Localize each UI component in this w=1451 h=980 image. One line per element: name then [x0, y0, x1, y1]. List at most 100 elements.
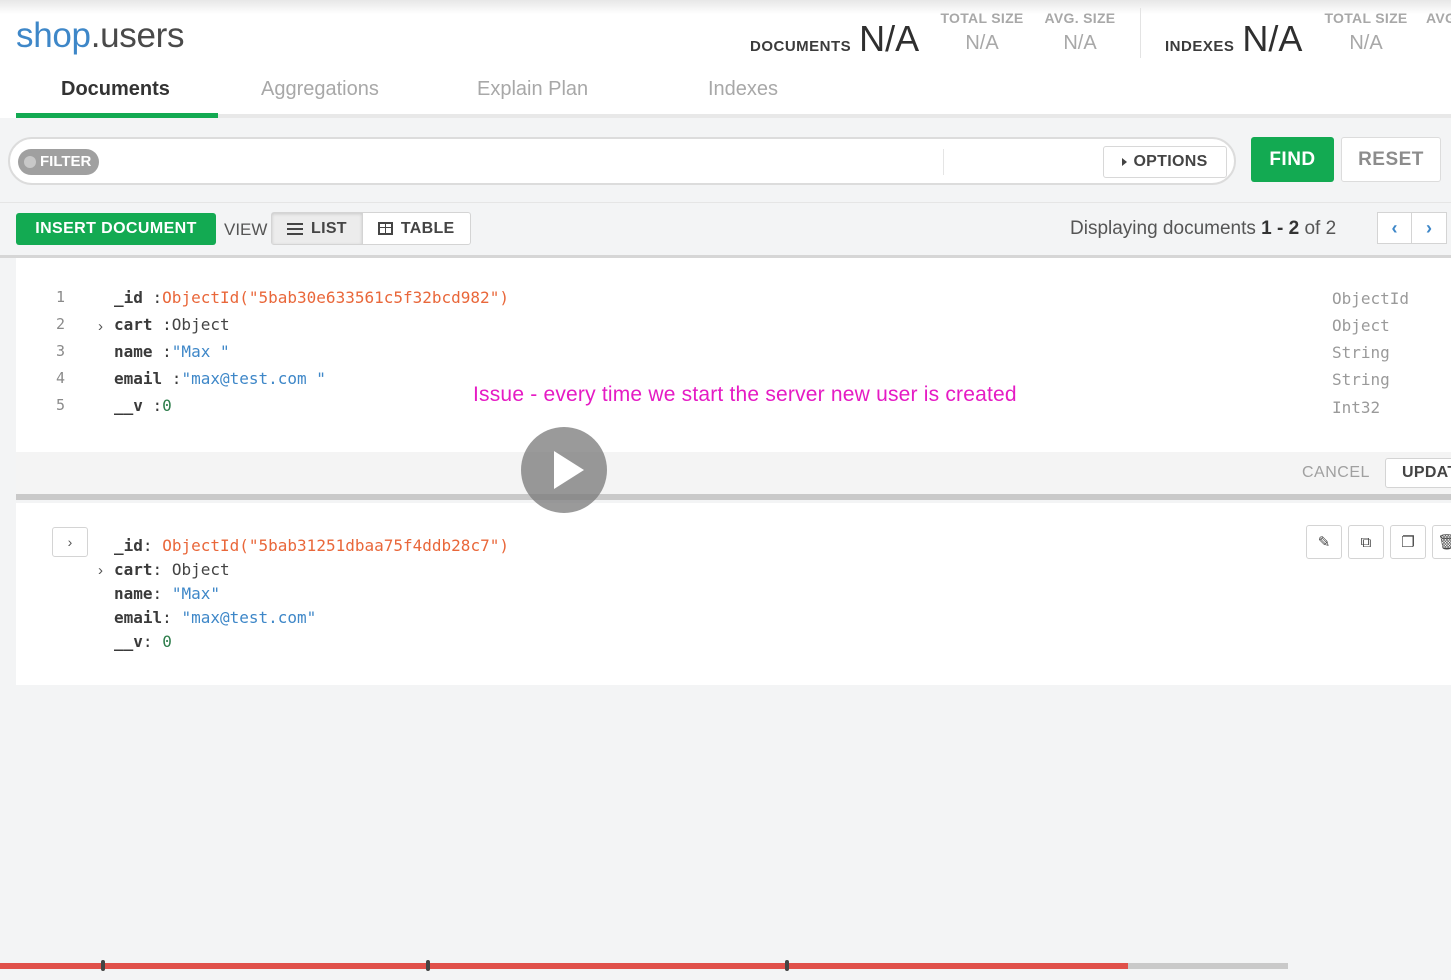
indexes-avg-size: AVG: [1426, 10, 1451, 26]
line-number: 4: [56, 369, 66, 387]
video-progress-fill: [0, 963, 1129, 969]
find-button[interactable]: FIND: [1251, 137, 1334, 182]
field-key: name: [114, 584, 153, 603]
view-toggle: LIST TABLE: [271, 212, 471, 245]
field-separator: :: [162, 608, 172, 627]
field-row-version[interactable]: __v :0: [114, 396, 172, 415]
field-type-select[interactable]: ObjectId: [1332, 289, 1409, 308]
documents-stat-label: DOCUMENTS: [750, 38, 852, 55]
pagination-prefix: Displaying documents: [1070, 218, 1256, 239]
clone-icon: ❐: [1401, 534, 1415, 551]
indexes-total-size: TOTAL SIZE N/A: [1323, 10, 1409, 55]
field-value[interactable]: "max@test.com ": [181, 369, 326, 388]
field-row-cart: cart: Object: [114, 560, 230, 579]
field-row-id[interactable]: _id :ObjectId("5bab30e633561c5f32bcd982"…: [114, 288, 509, 307]
line-number: 5: [56, 396, 66, 414]
chapter-marker: [785, 960, 789, 971]
toolbar-divider: [0, 202, 1451, 203]
documents-avg-size-label: AVG. SIZE: [1044, 10, 1116, 26]
namespace-title: shop.users: [16, 16, 185, 56]
prev-page-button[interactable]: ‹: [1377, 212, 1412, 244]
chevron-left-icon: ‹: [1391, 217, 1398, 238]
field-row-name[interactable]: name :"Max ": [114, 342, 230, 361]
table-view-button[interactable]: TABLE: [361, 213, 470, 244]
indexes-total-size-value: N/A: [1349, 32, 1383, 54]
expand-document-button[interactable]: ›: [52, 527, 88, 557]
next-page-button[interactable]: ›: [1412, 212, 1447, 244]
field-type-select[interactable]: Object: [1332, 316, 1390, 335]
expand-chevron-icon[interactable]: ›: [98, 318, 103, 335]
documents-avg-size: AVG. SIZE N/A: [1042, 10, 1118, 55]
chapter-marker: [426, 960, 430, 971]
play-button[interactable]: [521, 427, 607, 513]
field-value[interactable]: Object: [172, 315, 230, 334]
tab-explain-plan[interactable]: Explain Plan: [477, 78, 588, 101]
collection-tabs: Documents Aggregations Explain Plan Inde…: [16, 72, 1451, 118]
field-value[interactable]: ObjectId("5bab30e633561c5f32bcd982"): [162, 288, 509, 307]
query-bar[interactable]: FILTER OPTIONS: [8, 137, 1236, 185]
field-value: "Max": [171, 584, 220, 603]
field-value[interactable]: 0: [162, 396, 172, 415]
field-key: __v: [114, 632, 143, 651]
copy-document-button[interactable]: ⧉: [1348, 525, 1384, 559]
expand-chevron-icon[interactable]: ›: [98, 562, 103, 579]
field-row-email: email: "max@test.com": [114, 608, 316, 627]
video-progress-bar[interactable]: [0, 960, 1288, 971]
video-caption: Issue - every time we start the server n…: [473, 383, 1017, 406]
field-type-select[interactable]: String: [1332, 343, 1390, 362]
documents-total-size-label: TOTAL SIZE: [940, 10, 1024, 26]
insert-document-button[interactable]: INSERT DOCUMENT: [16, 213, 216, 245]
field-separator: :: [152, 315, 172, 334]
info-icon: [24, 156, 36, 168]
indexes-total-size-label: TOTAL SIZE: [1324, 10, 1408, 26]
pagination-start: 1: [1261, 218, 1272, 239]
reset-button[interactable]: RESET: [1341, 137, 1441, 182]
field-key: name: [114, 342, 153, 361]
field-separator: :: [152, 560, 163, 579]
indexes-avg-size-label: AVG: [1426, 10, 1451, 26]
document-separator: [16, 494, 1451, 500]
field-key: cart: [114, 560, 153, 579]
field-separator: :: [142, 288, 163, 307]
field-separator: :: [142, 396, 163, 415]
database-name[interactable]: shop: [16, 16, 91, 55]
tab-indexes[interactable]: Indexes: [708, 78, 778, 101]
options-button[interactable]: OPTIONS: [1103, 146, 1227, 178]
documents-stat-value: N/A: [859, 18, 920, 59]
field-key: _id: [114, 288, 143, 307]
field-value[interactable]: "Max ": [172, 342, 230, 361]
filter-label: FILTER: [18, 149, 100, 175]
field-row-id: _id: ObjectId("5bab31251dbaa75f4ddb28c7"…: [114, 536, 509, 555]
field-type-select[interactable]: Int32: [1332, 398, 1380, 417]
cancel-button[interactable]: CANCEL: [1302, 464, 1370, 482]
list-view-button[interactable]: LIST: [272, 213, 362, 244]
clone-document-button[interactable]: ❐: [1390, 525, 1426, 559]
tab-aggregations[interactable]: Aggregations: [261, 78, 379, 101]
delete-document-button[interactable]: 🗑: [1432, 525, 1451, 559]
tab-documents[interactable]: Documents: [61, 78, 170, 101]
field-key: email: [114, 608, 163, 627]
documents-avg-size-value: N/A: [1063, 32, 1097, 54]
list-view-label: LIST: [311, 219, 347, 237]
table-view-label: TABLE: [400, 219, 455, 237]
trash-icon: 🗑: [1437, 534, 1451, 551]
filter-label-text: FILTER: [40, 153, 92, 170]
field-key: cart: [114, 315, 153, 334]
pagination-summary: Displaying documents 1 - 2 of 2: [1070, 218, 1336, 240]
field-type-select[interactable]: String: [1332, 370, 1390, 389]
query-bar-divider: [943, 149, 944, 175]
update-button[interactable]: UPDATE: [1385, 458, 1451, 488]
line-number: 3: [56, 342, 66, 360]
field-value: Object: [171, 560, 230, 579]
edit-document-button[interactable]: ✎: [1306, 525, 1342, 559]
field-row-version: __v: 0: [114, 632, 172, 651]
field-row-cart[interactable]: cart :Object: [114, 315, 230, 334]
field-separator: :: [142, 632, 153, 651]
field-key: _id: [114, 536, 143, 555]
documents-total-size: TOTAL SIZE N/A: [939, 10, 1025, 55]
pagination-dash: -: [1277, 218, 1284, 239]
field-row-email[interactable]: email :"max@test.com ": [114, 369, 326, 388]
field-row-name: name: "Max": [114, 584, 220, 603]
line-number: 1: [56, 288, 66, 306]
collection-header: shop.users DOCUMENTS N/A TOTAL SIZE N/A …: [0, 0, 1451, 118]
